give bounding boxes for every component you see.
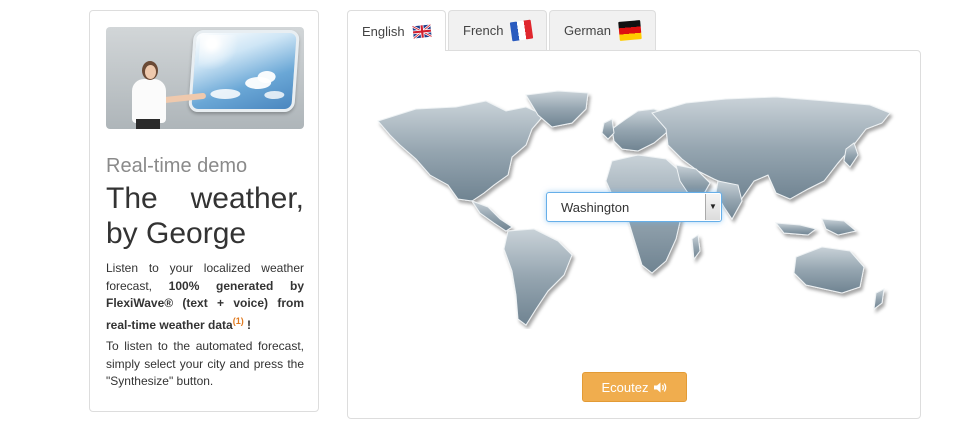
footnote-link[interactable]: (1) xyxy=(233,316,244,326)
tab-french-label: French xyxy=(463,23,504,38)
tab-english-label: English xyxy=(362,23,405,39)
city-select[interactable]: Washington ▼ xyxy=(546,192,722,222)
hero-image xyxy=(106,27,304,129)
listen-button[interactable]: Ecoutez xyxy=(582,372,687,402)
demo-subtitle: Real-time demo xyxy=(106,155,248,177)
language-tabs: English French German xyxy=(347,10,658,51)
intro-exclamation: ! xyxy=(243,317,252,332)
france-flag-icon xyxy=(510,19,534,42)
city-select-value: Washington xyxy=(561,200,630,215)
uk-flag-icon xyxy=(411,23,432,39)
tab-english[interactable]: English xyxy=(347,10,446,51)
instructions-paragraph: To listen to the automated forecast, sim… xyxy=(106,339,304,388)
listen-button-label: Ecoutez xyxy=(601,379,649,395)
intro-panel: Real-time demo The weather, by George Li… xyxy=(89,10,319,412)
intro-paragraph: Listen to your localized weather forecas… xyxy=(106,260,304,334)
title-line-1: The weather, xyxy=(106,182,304,215)
tab-german-label: German xyxy=(564,23,611,38)
sky-bubble-image xyxy=(188,30,300,112)
chevron-down-icon[interactable]: ▼ xyxy=(705,194,720,220)
speaker-icon xyxy=(654,382,667,392)
page-title: The weather, by George xyxy=(106,181,304,251)
tab-german[interactable]: German xyxy=(549,10,656,50)
germany-flag-icon xyxy=(618,20,642,41)
title-line-2: by George xyxy=(106,217,247,250)
map-panel: Washington ▼ Ecoutez xyxy=(347,50,921,419)
tab-french[interactable]: French xyxy=(448,10,547,50)
